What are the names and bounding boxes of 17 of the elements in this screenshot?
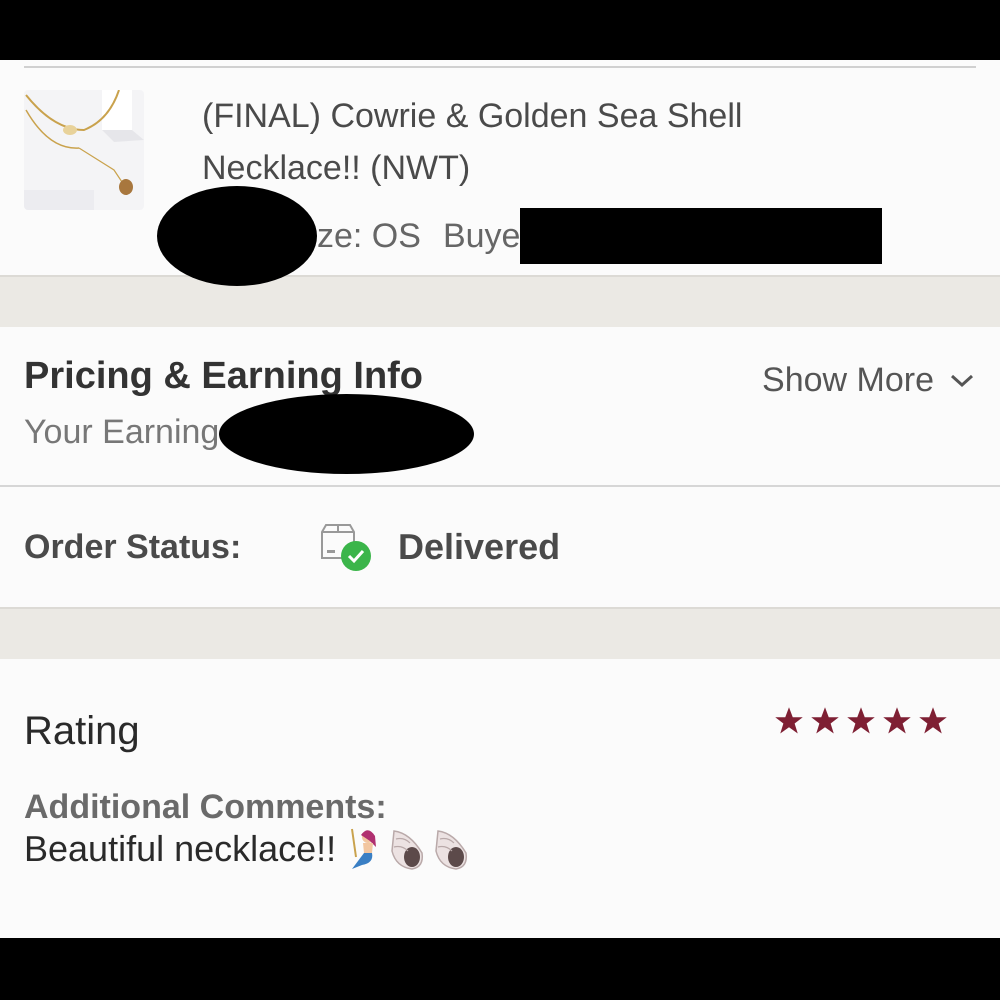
item-title: (FINAL) Cowrie & Golden Sea Shell Necklace!! (NWT) xyxy=(202,96,744,189)
buyer-text: Buye xyxy=(442,216,520,256)
star-icon xyxy=(918,706,948,736)
star-icon xyxy=(774,706,804,736)
earnings-label: Your Earning xyxy=(24,412,220,452)
size-text: ze: OS xyxy=(317,216,421,256)
star-icon xyxy=(810,706,840,736)
comments-label: Additional Comments: xyxy=(24,788,388,827)
rating-title: Rating xyxy=(24,709,140,754)
order-status-label: Order Status: xyxy=(24,528,242,566)
comment-text: Beautiful necklace!! xyxy=(24,828,336,870)
package-check-icon xyxy=(318,522,374,572)
section-title: Pricing & Earning Info xyxy=(24,355,424,398)
star-icon xyxy=(882,706,912,736)
show-more-button[interactable]: Show More xyxy=(762,355,976,405)
order-status-value: Delivered xyxy=(398,526,560,568)
star-icon xyxy=(846,706,876,736)
